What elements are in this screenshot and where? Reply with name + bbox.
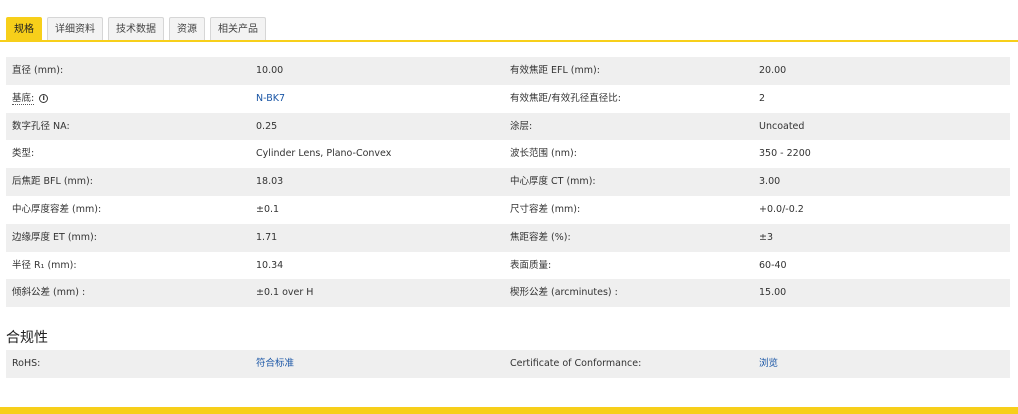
spec-label: 边缘厚度 ET (mm): [12, 231, 97, 243]
tab-details[interactable]: 详细资料 [47, 17, 103, 41]
spec-value: ±0.1 over H [256, 287, 314, 299]
spec-label: 数字孔径 NA: [12, 120, 70, 132]
certificate-label: Certificate of Conformance: [510, 358, 642, 369]
spec-label: 中心厚度容差 (mm): [12, 203, 102, 215]
rohs-link-cell: 符合标准 [256, 350, 510, 378]
spec-label: 有效焦距 EFL (mm): [510, 65, 600, 76]
spec-value: 10.00 [256, 65, 284, 76]
table-row: 直径 (mm): 10.00 有效焦距 EFL (mm): 20.00 [6, 57, 1010, 85]
certificate-link-cell: 浏览 [759, 350, 1010, 378]
rohs-label: RoHS: [12, 358, 41, 369]
view-certificate-link[interactable]: 浏览 [759, 358, 778, 369]
spec-value: 3.00 [759, 176, 781, 188]
spec-value: 10.34 [256, 259, 284, 271]
table-row: 边缘厚度 ET (mm): 1.71 焦距容差 (%): ±3 [6, 223, 1010, 252]
specifications-table: 直径 (mm): 10.00 有效焦距 EFL (mm): 20.00 基底: … [6, 57, 1010, 308]
spec-value: ±0.1 [256, 203, 280, 215]
info-icon[interactable]: i [39, 93, 49, 103]
spec-label: 有效焦距/有效孔径直径比: [510, 92, 621, 104]
spec-value: Cylinder Lens, Plano-Convex [256, 148, 392, 160]
spec-label: 表面质量: [510, 259, 552, 271]
table-row: 后焦距 BFL (mm): 18.03 中心厚度 CT (mm): 3.00 [6, 168, 1010, 196]
table-row: 半径 R₁ (mm): 10.34 表面质量: 60-40 [6, 251, 1010, 280]
spec-label: 楔形公差 (arcminutes) : [510, 287, 618, 299]
spec-value: 20.00 [759, 65, 787, 76]
spec-value: 15.00 [759, 287, 787, 299]
spec-value: 18.03 [256, 176, 284, 188]
table-row: 中心厚度容差 (mm): ±0.1 尺寸容差 (mm): +0.0/-0.2 [6, 195, 1010, 224]
spec-value: 60-40 [759, 259, 787, 271]
tab-resources[interactable]: 资源 [169, 17, 205, 41]
tab-technical-data[interactable]: 技术数据 [108, 17, 164, 41]
substrate-link[interactable]: N-BK7 [256, 93, 285, 104]
spec-label: 波长范围 (nm): [510, 148, 577, 160]
tab-related-products[interactable]: 相关产品 [210, 17, 266, 41]
spec-value: 0.25 [256, 120, 278, 132]
spec-label: 中心厚度 CT (mm): [510, 176, 596, 188]
spec-value: +0.0/-0.2 [759, 203, 804, 215]
substrate-label[interactable]: 基底: [12, 92, 35, 105]
table-row: 数字孔径 NA: 0.25 涂层: Uncoated [6, 112, 1010, 141]
spec-label: 倾斜公差 (mm) : [12, 287, 86, 299]
spec-label: 类型: [12, 148, 35, 160]
substrate-label-cell: 基底: i [6, 85, 256, 113]
spec-label: 尺寸容差 (mm): [510, 203, 581, 215]
footer-accent-bar [0, 407, 1018, 414]
spec-label: 涂层: [510, 120, 533, 132]
table-row: 类型: Cylinder Lens, Plano-Convex 波长范围 (nm… [6, 140, 1010, 169]
spec-label: 后焦距 BFL (mm): [12, 176, 93, 188]
spec-value: ±3 [759, 231, 774, 243]
spec-label: 焦距容差 (%): [510, 231, 571, 243]
spec-value: 1.71 [256, 231, 278, 243]
substrate-link-cell: N-BK7 [256, 85, 510, 113]
spec-value: 2 [759, 92, 766, 104]
rohs-compliant-link[interactable]: 符合标准 [256, 358, 294, 369]
tab-bar: 规格 详细资料 技术数据 资源 相关产品 [6, 17, 266, 41]
compliance-section-title: 合规性 [6, 330, 48, 346]
table-row: 基底: i N-BK7 有效焦距/有效孔径直径比: 2 [6, 84, 1010, 113]
spec-value: Uncoated [759, 120, 805, 132]
table-row: 倾斜公差 (mm) : ±0.1 over H 楔形公差 (arcminutes… [6, 279, 1010, 308]
table-row: RoHS: 符合标准 Certificate of Conformance: 浏… [6, 350, 1010, 378]
spec-value: 350 - 2200 [759, 148, 811, 160]
spec-label: 直径 (mm): [12, 65, 64, 76]
tab-underline [0, 40, 1018, 42]
spec-label: 半径 R₁ (mm): [12, 259, 77, 271]
tab-specifications[interactable]: 规格 [6, 17, 42, 41]
compliance-table: RoHS: 符合标准 Certificate of Conformance: 浏… [6, 350, 1010, 378]
